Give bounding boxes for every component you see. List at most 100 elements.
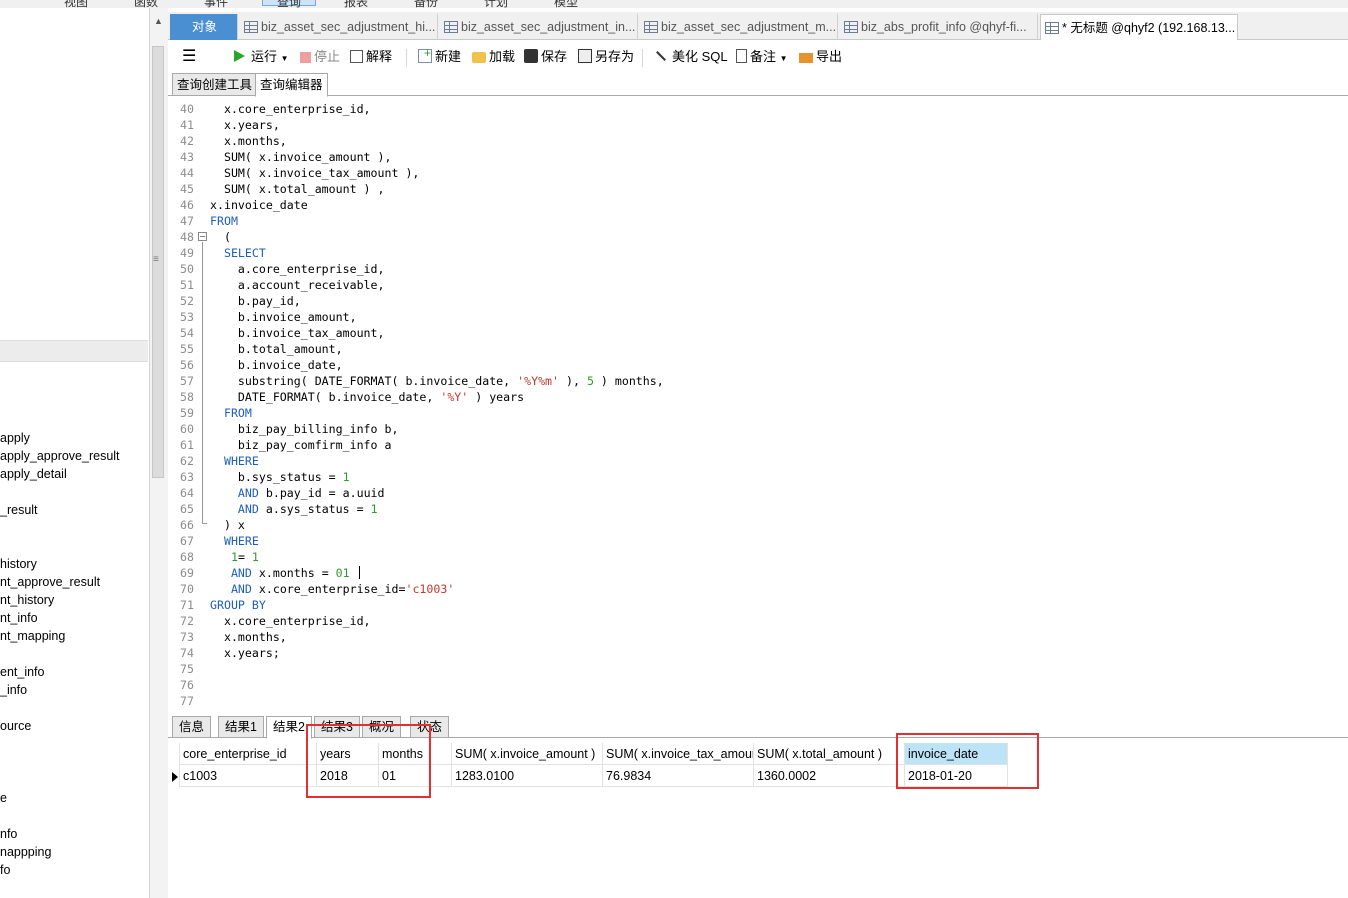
code-line[interactable]: 46 x.invoice_date: [168, 197, 1348, 213]
code-line[interactable]: 71 GROUP BY: [168, 597, 1348, 613]
explain-button[interactable]: 解释: [350, 47, 392, 67]
load-button[interactable]: 加载: [472, 47, 515, 67]
tree-selected-row[interactable]: [0, 340, 148, 362]
tab-query-editor[interactable]: 查询编辑器: [255, 73, 328, 97]
tab-result-1[interactable]: 结果1: [218, 716, 264, 738]
code-line[interactable]: 75: [168, 661, 1348, 677]
fold-collapse-icon[interactable]: −: [198, 232, 207, 241]
tree-item[interactable]: ent_info: [0, 663, 44, 681]
code-line[interactable]: 68 1= 1: [168, 549, 1348, 565]
menu-backup[interactable]: 备份: [414, 0, 438, 8]
code-line[interactable]: 55 b.total_amount,: [168, 341, 1348, 357]
new-button[interactable]: + 新建: [418, 47, 461, 67]
column-header[interactable]: SUM( x.total_amount ): [754, 743, 905, 765]
code-line[interactable]: 44 SUM( x.invoice_tax_amount ),: [168, 165, 1348, 181]
column-header[interactable]: SUM( x.invoice_amount ): [452, 743, 603, 765]
tab-objects[interactable]: 对象: [170, 14, 238, 40]
save-button[interactable]: 保存: [524, 47, 567, 67]
tree-item[interactable]: apply_detail: [0, 465, 67, 483]
table-cell[interactable]: c1003: [180, 765, 317, 787]
code-line[interactable]: 77: [168, 693, 1348, 709]
code-line[interactable]: 64 AND b.pay_id = a.uuid: [168, 485, 1348, 501]
tree-item[interactable]: nt_approve_result: [0, 573, 100, 591]
menu-model[interactable]: 模型: [554, 0, 578, 8]
code-line[interactable]: 52 b.pay_id,: [168, 293, 1348, 309]
sql-editor[interactable]: 40 x.core_enterprise_id, 41 x.years, 42 x.…: [168, 97, 1348, 712]
code-line[interactable]: 58 DATE_FORMAT( b.invoice_date, '%Y' ) y…: [168, 389, 1348, 405]
code-line[interactable]: 54 b.invoice_tax_amount,: [168, 325, 1348, 341]
menu-schedule[interactable]: 计划: [484, 0, 508, 8]
code-line[interactable]: 72 x.core_enterprise_id,: [168, 613, 1348, 629]
code-line[interactable]: 61 biz_pay_comfirm_info a: [168, 437, 1348, 453]
code-line[interactable]: 42 x.months,: [168, 133, 1348, 149]
table-cell[interactable]: 1360.0002: [754, 765, 905, 787]
menu-event[interactable]: 事件: [204, 0, 228, 8]
tree-item[interactable]: apply_approve_result: [0, 447, 120, 465]
tree-item[interactable]: ource: [0, 717, 31, 735]
code-line[interactable]: 74 x.years;: [168, 645, 1348, 661]
tree-item[interactable]: e: [0, 789, 7, 807]
code-line[interactable]: 53 b.invoice_amount,: [168, 309, 1348, 325]
code-line[interactable]: 45 SUM( x.total_amount ) ,: [168, 181, 1348, 197]
tab-untitled-query[interactable]: * 无标题 @qhyf2 (192.168.13...: [1040, 14, 1238, 40]
tab-query-4[interactable]: biz_abs_profit_info @qhyf-fi...: [840, 14, 1038, 40]
tree-item[interactable]: nfo: [0, 825, 17, 843]
code-line[interactable]: 63 b.sys_status = 1: [168, 469, 1348, 485]
menu-function[interactable]: 函数: [134, 0, 158, 8]
code-line[interactable]: 43 SUM( x.invoice_amount ),: [168, 149, 1348, 165]
tree-item[interactable]: _result: [0, 501, 38, 519]
tree-item[interactable]: nt_mapping: [0, 627, 65, 645]
tree-item[interactable]: _info: [0, 681, 27, 699]
export-button[interactable]: 导出: [799, 47, 842, 67]
tab-query-2[interactable]: biz_asset_sec_adjustment_in...: [440, 14, 638, 40]
code-line[interactable]: 47 FROM: [168, 213, 1348, 229]
code-line[interactable]: 48− (: [168, 229, 1348, 245]
tab-query-1[interactable]: biz_asset_sec_adjustment_hi...: [240, 14, 438, 40]
code-line[interactable]: 59 FROM: [168, 405, 1348, 421]
code-line[interactable]: 40 x.core_enterprise_id,: [168, 101, 1348, 117]
object-tree[interactable]: apply apply_approve_result apply_detail …: [0, 8, 150, 898]
table-cell[interactable]: 1283.0100: [452, 765, 603, 787]
code-line[interactable]: 56 b.invoice_date,: [168, 357, 1348, 373]
tab-query-builder[interactable]: 查询创建工具: [172, 73, 258, 96]
tree-item[interactable]: fo: [0, 861, 10, 879]
table-cell[interactable]: 76.9834: [603, 765, 754, 787]
run-button[interactable]: 运行 ▼: [234, 47, 289, 67]
code-line[interactable]: 65 AND a.sys_status = 1: [168, 501, 1348, 517]
chevron-down-icon[interactable]: ▼: [281, 54, 289, 63]
chevron-down-icon[interactable]: ▼: [780, 54, 788, 63]
code-line[interactable]: 69 AND x.months = 01: [168, 565, 1348, 581]
splitter-grip-icon[interactable]: ≡: [153, 254, 159, 265]
menu-icon[interactable]: ☰: [182, 47, 196, 67]
code-line[interactable]: 66 ) x: [168, 517, 1348, 533]
code-line[interactable]: 50 a.core_enterprise_id,: [168, 261, 1348, 277]
column-header[interactable]: core_enterprise_id: [180, 743, 317, 765]
sidebar-scrollbar[interactable]: ▲ ≡: [150, 8, 168, 898]
menu-view[interactable]: 视图: [64, 0, 88, 8]
menu-report[interactable]: 报表: [344, 0, 368, 8]
tab-query-3[interactable]: biz_asset_sec_adjustment_m...: [640, 14, 838, 40]
code-line[interactable]: 41 x.years,: [168, 117, 1348, 133]
menu-query[interactable]: 查询: [262, 0, 317, 8]
code-line[interactable]: 60 biz_pay_billing_info b,: [168, 421, 1348, 437]
code-line[interactable]: 57 substring( DATE_FORMAT( b.invoice_dat…: [168, 373, 1348, 389]
code-line[interactable]: 51 a.account_receivable,: [168, 277, 1348, 293]
tree-item[interactable]: history: [0, 555, 37, 573]
code-line[interactable]: 73 x.months,: [168, 629, 1348, 645]
code-line[interactable]: 62 WHERE: [168, 453, 1348, 469]
stop-button[interactable]: 停止: [300, 47, 340, 67]
tree-item[interactable]: nt_history: [0, 591, 54, 609]
note-button[interactable]: 备注 ▼: [736, 47, 788, 67]
code-line[interactable]: 49 SELECT: [168, 245, 1348, 261]
tab-info[interactable]: 信息: [172, 716, 212, 738]
column-header[interactable]: SUM( x.invoice_tax_amount ): [603, 743, 754, 765]
tree-item[interactable]: nt_info: [0, 609, 38, 627]
code-line[interactable]: 76: [168, 677, 1348, 693]
tree-item[interactable]: nappping: [0, 843, 51, 861]
scroll-up-icon[interactable]: ▲: [154, 16, 163, 26]
tree-item[interactable]: apply: [0, 429, 30, 447]
beautify-sql-button[interactable]: 美化 SQL: [655, 47, 728, 67]
save-as-button[interactable]: 另存为: [578, 47, 634, 67]
code-line[interactable]: 67 WHERE: [168, 533, 1348, 549]
code-line[interactable]: 70 AND x.core_enterprise_id='c1003': [168, 581, 1348, 597]
